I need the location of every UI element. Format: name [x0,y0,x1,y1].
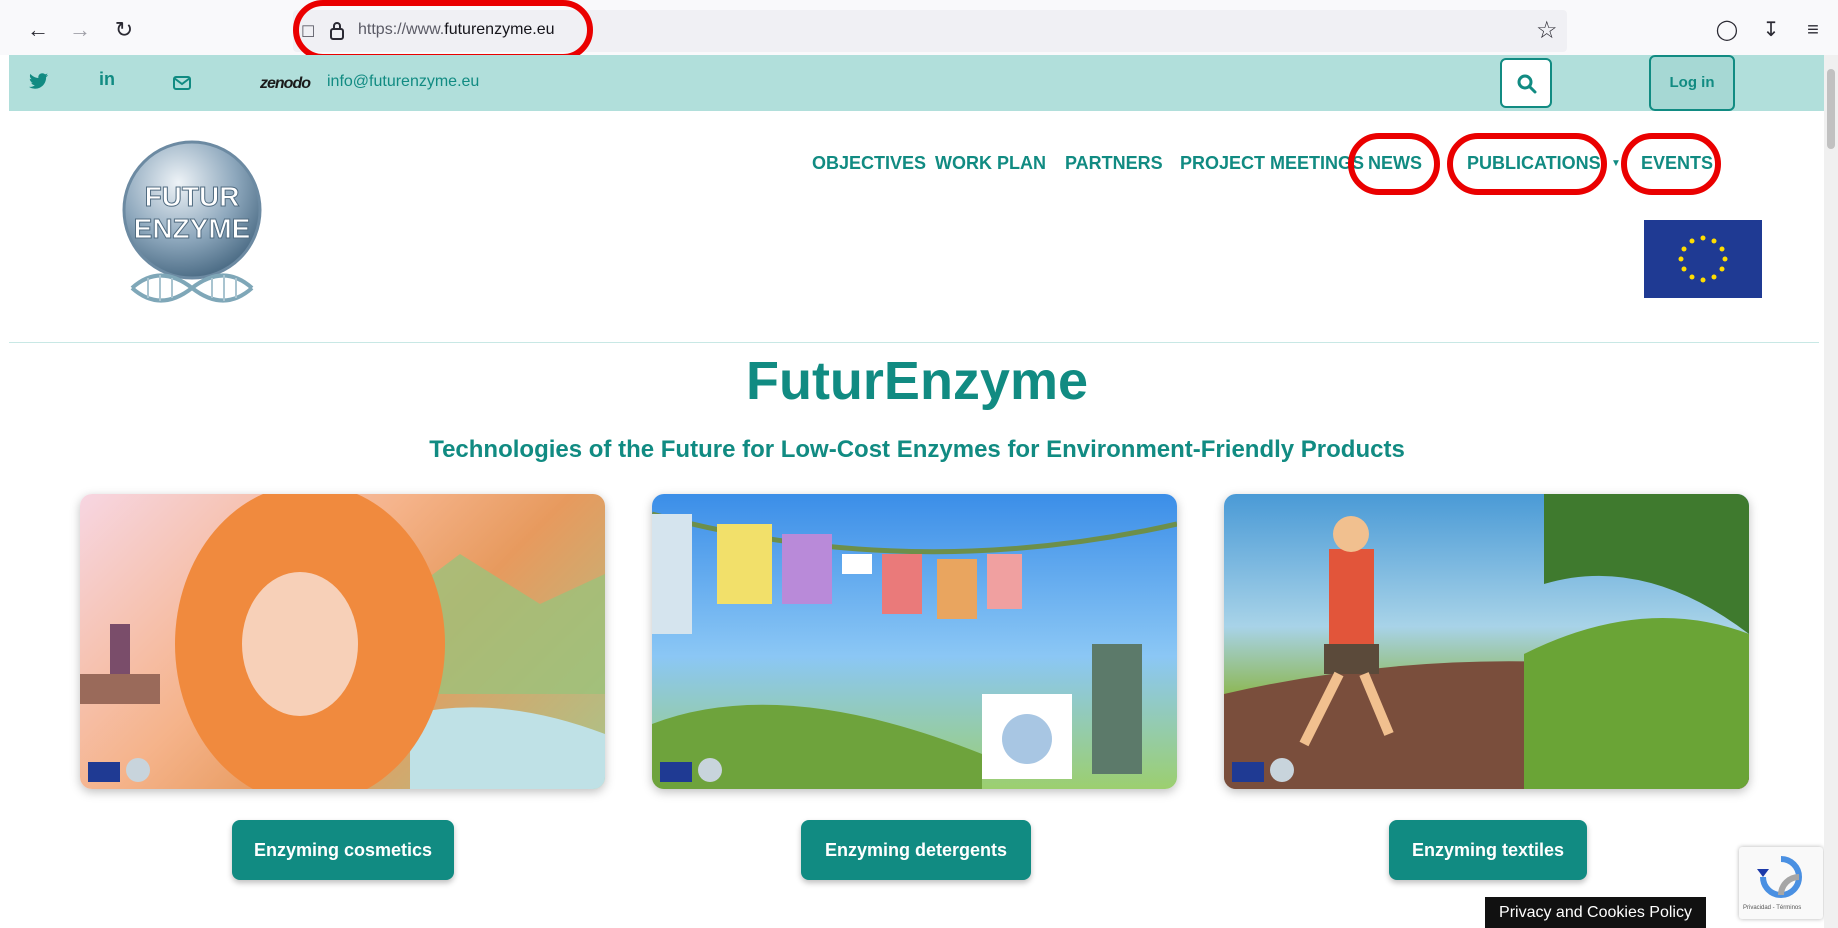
page-scrollbar[interactable] [1824,55,1838,928]
site-logo[interactable]: FUTUR ENZYME [120,138,264,318]
login-button[interactable]: Log in [1649,55,1735,111]
zenodo-link[interactable]: zenodo [260,75,311,93]
download-icon[interactable]: ↧ [1758,18,1784,42]
page-title: FuturEnzyme [745,351,1089,411]
card-image-textiles[interactable] [1224,494,1749,789]
forward-icon[interactable]: → [66,16,94,44]
eu-stars-icon [1678,235,1728,283]
pocket-icon[interactable]: ◯ [1714,18,1740,42]
recaptcha-terms[interactable]: Privacidad - Términos [1743,905,1801,911]
email-link[interactable]: info@futurenzyme.eu [327,73,479,91]
bookmark-star-icon[interactable]: ☆ [1536,16,1558,45]
logo-text-enzyme: ENZYME [134,213,251,244]
privacy-cookies-link[interactable]: Privacy and Cookies Policy [1485,897,1706,928]
enzyming-textiles-button[interactable]: Enzyming textiles [1389,820,1587,880]
logo-text-futur: FUTUR [145,181,240,212]
news-highlight [1348,133,1440,195]
menu-icon[interactable]: ≡ [1800,18,1826,42]
url-highlight [293,0,593,60]
linkedin-icon[interactable]: in [99,69,115,90]
publications-highlight [1447,133,1607,195]
card-image-cosmetics[interactable] [80,494,605,789]
nav-project-meetings[interactable]: PROJECT MEETINGS [1180,153,1364,174]
textiles-illustration [1224,494,1749,789]
chevron-down-icon[interactable]: ▼ [1611,158,1621,169]
detergents-illustration [652,511,1177,789]
social-bar: in zenodo info@futurenzyme.eu Log in [9,55,1838,111]
search-icon [1517,74,1537,94]
mail-icon[interactable] [173,76,191,90]
page-subtitle: Technologies of the Future for Low-Cost … [429,436,1405,463]
recaptcha-badge[interactable]: Privacidad - Términos [1739,847,1823,919]
search-button[interactable] [1500,58,1552,108]
eu-flag [1644,220,1762,298]
back-icon[interactable]: ← [24,16,52,44]
nav-work-plan[interactable]: WORK PLAN [935,153,1046,174]
futurenzyme-logo: FUTUR ENZYME [122,140,262,303]
twitter-icon[interactable] [29,73,49,91]
events-highlight [1621,133,1721,195]
enzyming-detergents-button[interactable]: Enzyming detergents [801,820,1031,880]
browser-toolbar: ← → ↻ ☐ https://www.futurenzyme.eu ☆ ◯ ↧… [0,0,1838,55]
nav-partners[interactable]: PARTNERS [1065,153,1163,174]
header-divider [9,342,1819,343]
scroll-thumb[interactable] [1827,69,1835,149]
enzyming-cosmetics-button[interactable]: Enzyming cosmetics [232,820,454,880]
cosmetics-illustration [80,494,605,789]
nav-objectives[interactable]: OBJECTIVES [812,153,926,174]
reload-icon[interactable]: ↻ [110,16,138,44]
recaptcha-icon [1757,856,1802,898]
card-image-detergents[interactable] [652,494,1177,789]
